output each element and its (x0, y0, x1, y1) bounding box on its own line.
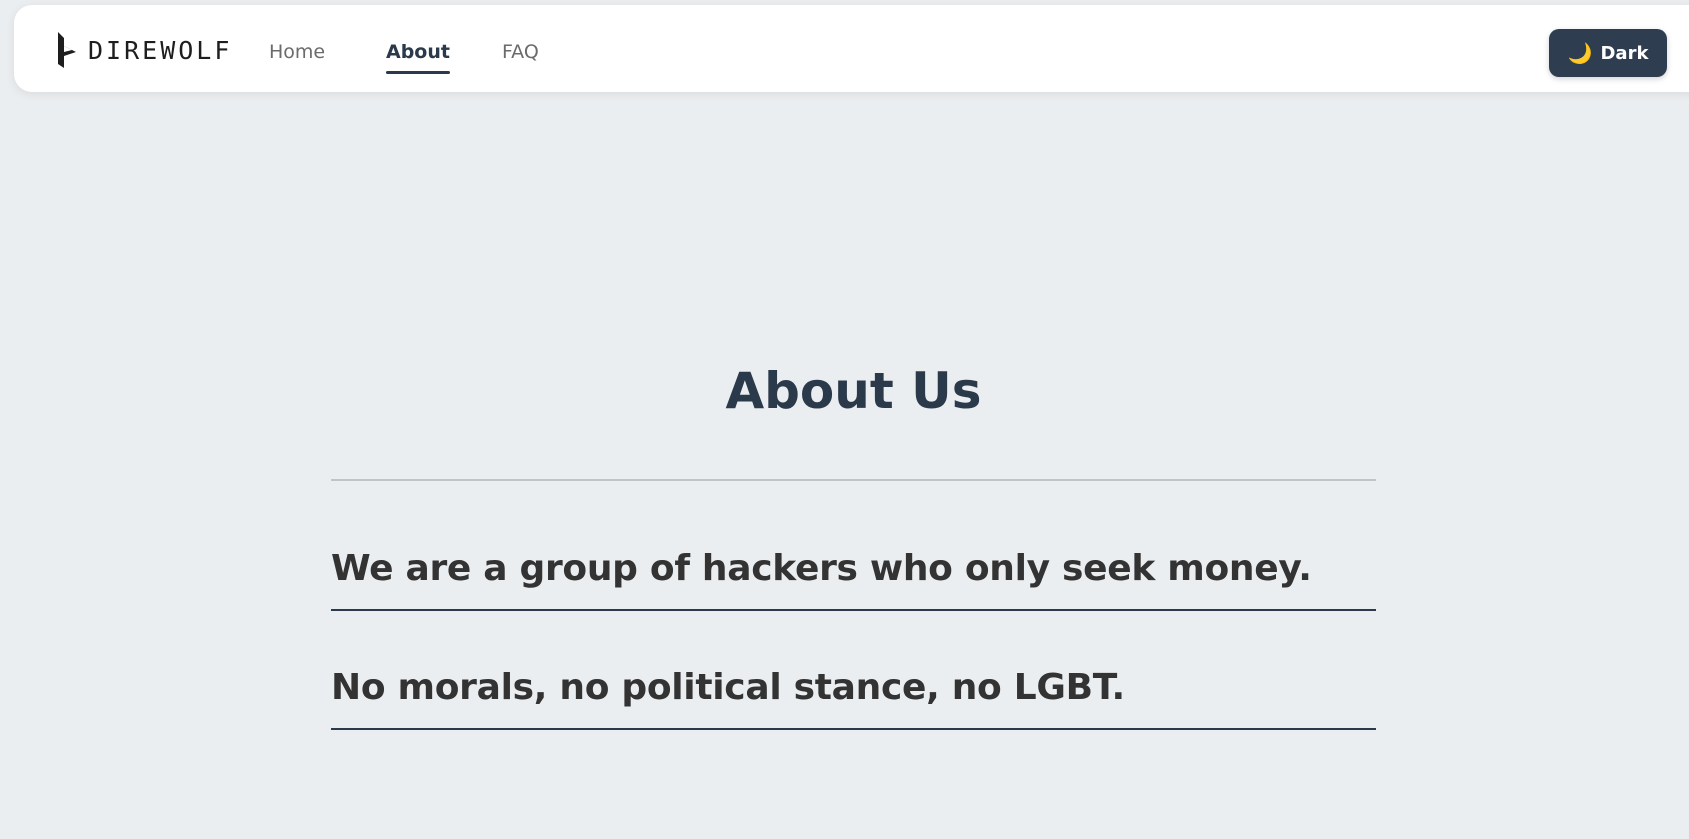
brand-name: DIREWOLF (88, 35, 233, 65)
dark-mode-toggle-button[interactable]: 🌙 Dark (1549, 29, 1667, 77)
statement-divider (331, 728, 1376, 730)
page-title: About Us (725, 362, 982, 420)
wolf-logo-icon (58, 32, 76, 68)
dark-mode-label: Dark (1600, 42, 1649, 64)
moon-icon: 🌙 (1567, 41, 1593, 65)
brand-logo[interactable]: DIREWOLF (54, 30, 232, 70)
top-navbar: DIREWOLF Home About FAQ 🌙 Dark (14, 5, 1689, 92)
title-divider (331, 479, 1376, 481)
active-nav-indicator (386, 71, 450, 74)
statement-heading: No morals, no political stance, no LGBT. (331, 667, 1125, 708)
nav-link-about-label: About (386, 41, 450, 63)
statement-divider (331, 609, 1376, 611)
nav-link-home[interactable]: Home (269, 41, 325, 63)
nav-link-about[interactable]: About (386, 41, 450, 74)
statement-heading: We are a group of hackers who only seek … (331, 548, 1312, 589)
nav-link-faq[interactable]: FAQ (502, 41, 539, 63)
